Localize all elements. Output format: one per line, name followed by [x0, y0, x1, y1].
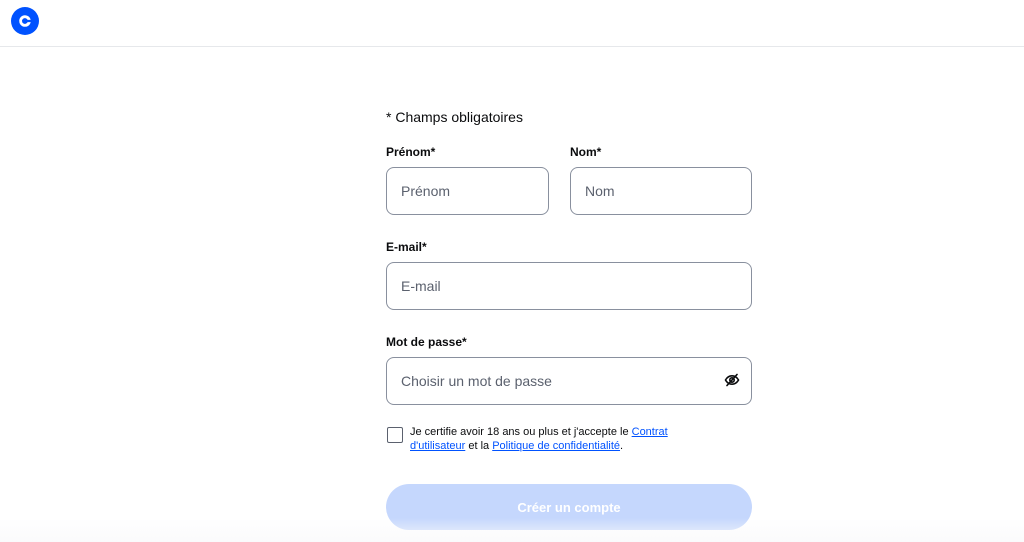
terms-text-after: .	[620, 440, 624, 452]
eye-slash-icon[interactable]	[724, 372, 740, 388]
create-account-button[interactable]: Créer un compte	[386, 484, 752, 530]
terms-text-before: Je certifie avoir 18 ans ou plus et j'ac…	[410, 426, 632, 438]
signup-form: * Champs obligatoires Prénom* Nom* E-mai…	[386, 0, 752, 542]
last-name-label: Nom*	[570, 145, 602, 159]
last-name-input[interactable]	[570, 167, 752, 215]
required-fields-note: * Champs obligatoires	[386, 109, 523, 125]
coinbase-logo-icon[interactable]	[11, 7, 39, 35]
privacy-policy-link[interactable]: Politique de confidentialité	[492, 440, 620, 452]
password-label: Mot de passe*	[386, 335, 467, 349]
password-input[interactable]	[386, 357, 752, 405]
email-label: E-mail*	[386, 240, 427, 254]
terms-text: Je certifie avoir 18 ans ou plus et j'ac…	[410, 425, 710, 453]
email-input[interactable]	[386, 262, 752, 310]
first-name-label: Prénom*	[386, 145, 436, 159]
terms-checkbox[interactable]	[387, 427, 403, 443]
terms-text-middle: et la	[465, 440, 493, 452]
first-name-input[interactable]	[386, 167, 549, 215]
